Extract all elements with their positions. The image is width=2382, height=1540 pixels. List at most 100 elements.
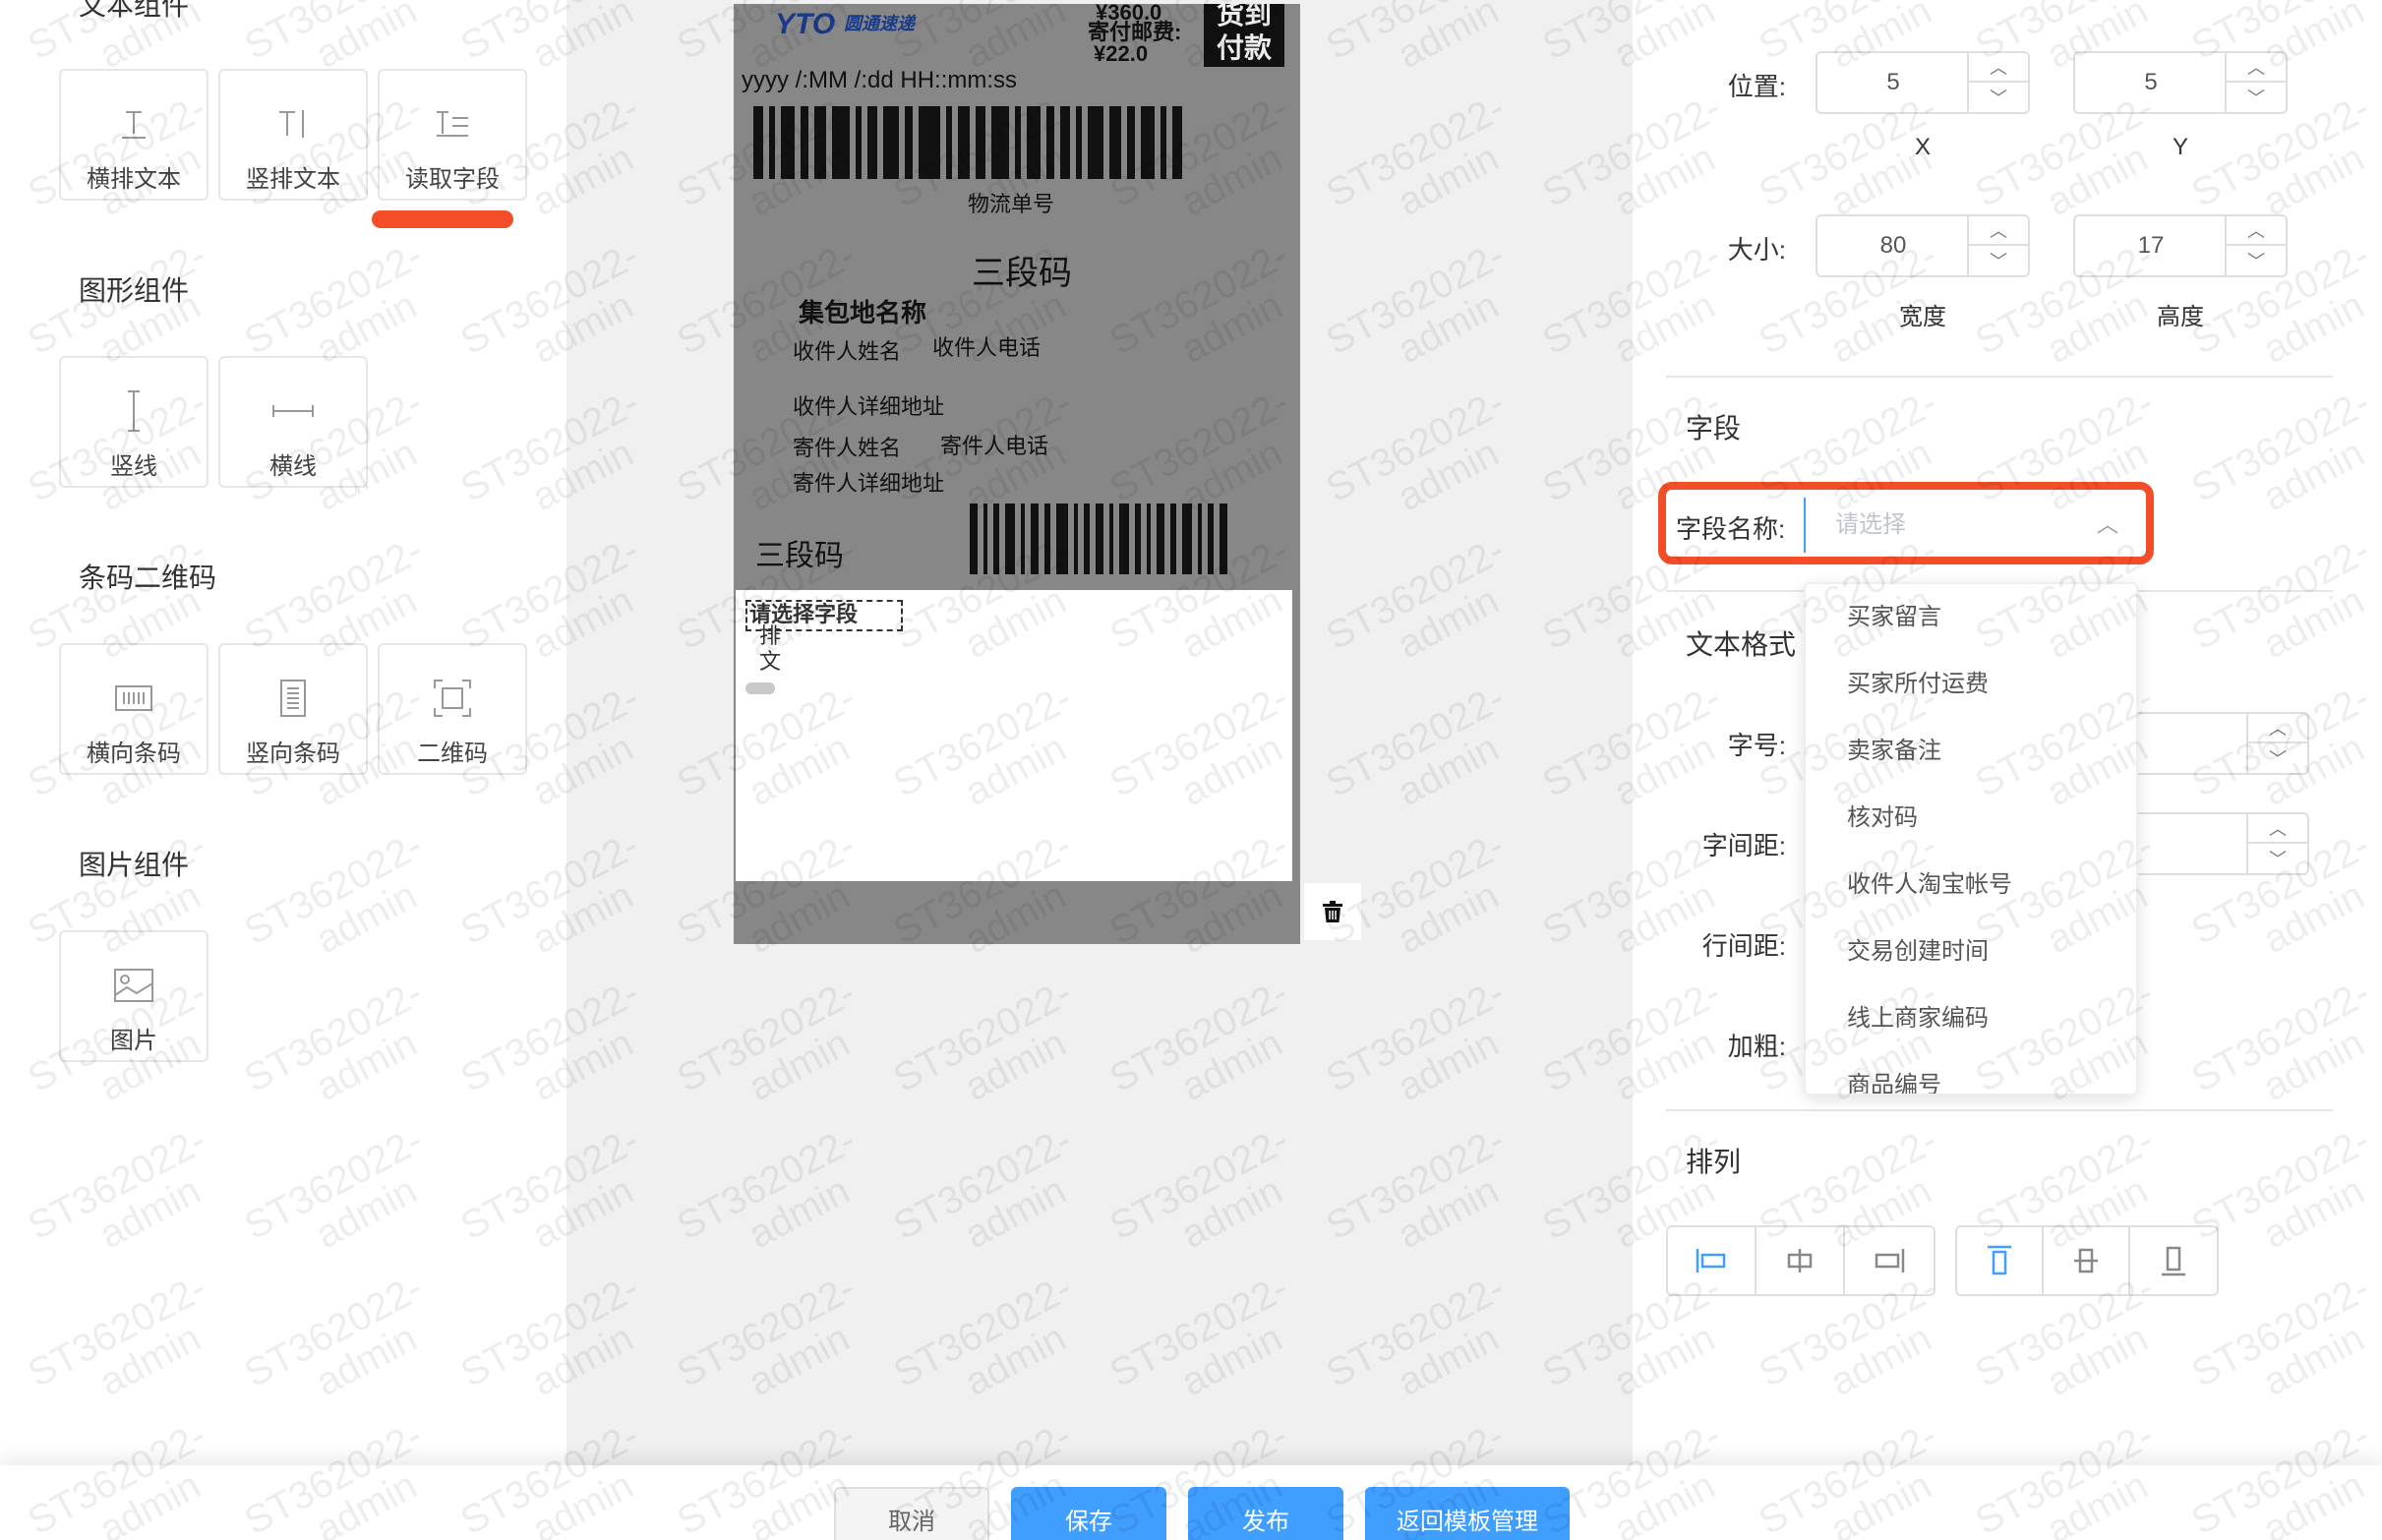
arrange-title: 排列 <box>1686 1147 1742 1177</box>
tile-label: 图片 <box>110 1028 157 1054</box>
shape-components-title: 图形组件 <box>79 275 190 306</box>
align-middle-icon <box>2074 1248 2099 1273</box>
chevron-up-icon: ︿ <box>2096 512 2118 537</box>
barcode-bar <box>1027 106 1041 179</box>
size-label: 大小: <box>1727 235 1786 265</box>
barcode-bar <box>883 106 899 179</box>
tile-vertical-barcode[interactable]: 竖向条码 <box>218 643 368 775</box>
price-postage-label: 寄付邮费: <box>1088 20 1182 44</box>
increment-icon[interactable]: ︿ <box>1969 53 2028 83</box>
tile-image[interactable]: 图片 <box>59 930 208 1062</box>
barcode-bar <box>1046 106 1054 179</box>
barcode-bar <box>769 106 775 179</box>
tile-vertical-text[interactable]: 竖排文本 <box>218 69 368 201</box>
decrement-icon[interactable]: ﹀ <box>2227 83 2286 112</box>
tile-horizontal-text[interactable]: 横排文本 <box>59 69 208 201</box>
tile-label: 横排文本 <box>87 166 181 193</box>
barcode-bar <box>1056 503 1068 574</box>
publish-button[interactable]: 发布 <box>1188 1487 1343 1540</box>
barcode-bar <box>753 106 763 179</box>
height-input[interactable]: 17 ︿ ﹀ <box>2073 214 2288 277</box>
align-right-icon <box>1875 1249 1905 1273</box>
align-top-button[interactable] <box>1957 1227 2045 1294</box>
barcode-bar <box>1208 503 1214 574</box>
vertical-text-element[interactable]: 排 文 <box>759 623 781 675</box>
receiver-address: 收件人详细地址 <box>793 394 945 419</box>
tile-read-field[interactable]: 读取字段 <box>378 69 527 201</box>
dropdown-option[interactable]: 核对码 <box>1806 785 2136 852</box>
save-button[interactable]: 保存 <box>1011 1487 1166 1540</box>
width-value: 80 <box>1879 232 1907 259</box>
barcode-bar <box>958 106 970 179</box>
three-segment-code: 三段码 <box>972 255 1072 292</box>
position-x-input[interactable]: 5 ︿ ﹀ <box>1816 51 2030 114</box>
barcode-components-title: 条码二维码 <box>79 563 217 593</box>
line-element[interactable] <box>745 682 775 694</box>
tile-label: 竖排文本 <box>246 166 340 193</box>
increment-icon[interactable]: ︿ <box>2227 216 2286 246</box>
increment-icon[interactable]: ︿ <box>2248 814 2307 844</box>
vertical-char: 排 <box>759 623 782 648</box>
back-to-templates-button[interactable]: 返回模板管理 <box>1365 1487 1570 1540</box>
delete-button[interactable] <box>1304 883 1361 940</box>
barcode-bar <box>970 503 978 574</box>
position-y-input[interactable]: 5 ︿ ﹀ <box>2073 51 2288 114</box>
height-value: 17 <box>2137 232 2165 259</box>
tile-label: 二维码 <box>417 740 488 767</box>
field-name-select[interactable]: 请选择 ︿ <box>1804 498 2136 553</box>
increment-icon[interactable]: ︿ <box>2248 714 2307 743</box>
barcode-bar <box>1096 503 1103 574</box>
selected-element-area[interactable] <box>736 590 1292 881</box>
align-middle-button[interactable] <box>2044 1227 2131 1294</box>
tile-horizontal-barcode[interactable]: 横向条码 <box>59 643 208 775</box>
cancel-button[interactable]: 取消 <box>834 1487 989 1540</box>
align-left-button[interactable] <box>1668 1227 1757 1294</box>
position-y-value: 5 <box>2144 69 2158 95</box>
barcode-bar <box>905 106 913 179</box>
align-center-h-button[interactable] <box>1757 1227 1845 1294</box>
decrement-icon[interactable]: ﹀ <box>2248 743 2307 773</box>
barcode-bar <box>1119 503 1129 574</box>
increment-icon[interactable]: ︿ <box>2227 53 2286 83</box>
barcode-bar <box>993 503 999 574</box>
barcode-bar <box>1021 503 1025 574</box>
decrement-icon[interactable]: ﹀ <box>1969 83 2028 112</box>
barcode-bar <box>1088 106 1103 179</box>
increment-icon[interactable]: ︿ <box>1969 216 2028 246</box>
height-caption: 高度 <box>2157 304 2204 330</box>
read-field-icon <box>429 100 476 148</box>
barcode-bar <box>1015 106 1021 179</box>
barcode-bar <box>983 503 987 574</box>
tile-label: 竖线 <box>110 453 157 480</box>
align-bottom-button[interactable] <box>2130 1227 2217 1294</box>
width-input[interactable]: 80 ︿ ﹀ <box>1816 214 2030 277</box>
barcode-bar <box>801 106 808 179</box>
dropdown-option[interactable]: 卖家备注 <box>1806 718 2136 785</box>
decrement-icon[interactable]: ﹀ <box>2227 246 2286 275</box>
align-center-h-icon <box>1787 1249 1813 1273</box>
dropdown-option[interactable]: 收件人淘宝帐号 <box>1806 852 2136 918</box>
letter-spacing-label: 字间距: <box>1701 831 1786 860</box>
dropdown-option[interactable]: 商品编号 <box>1806 1052 2136 1094</box>
decrement-icon[interactable]: ﹀ <box>2248 844 2307 873</box>
vertical-barcode-icon <box>269 675 317 722</box>
tile-qrcode[interactable]: 二维码 <box>378 643 527 775</box>
tile-vertical-line[interactable]: 竖线 <box>59 356 208 488</box>
receiver-name: 收件人姓名 <box>793 339 902 364</box>
barcode-bar <box>781 106 795 179</box>
dropdown-option[interactable]: 线上商家编码 <box>1806 985 2136 1052</box>
tile-horizontal-line[interactable]: 横线 <box>218 356 368 488</box>
dropdown-option[interactable]: 买家所付运费 <box>1806 651 2136 718</box>
text-components-title: 文本组件 <box>79 0 190 21</box>
barcode-bar <box>1031 503 1039 574</box>
dropdown-option[interactable]: 交易创建时间 <box>1806 918 2136 985</box>
tile-label: 横向条码 <box>87 740 181 767</box>
dropdown-option[interactable]: 买家留言 <box>1806 584 2136 651</box>
barcode-bar <box>1147 503 1151 574</box>
tile-label: 竖向条码 <box>246 740 340 767</box>
width-caption: 宽度 <box>1899 304 1946 330</box>
tracking-barcode <box>753 106 1284 179</box>
barcode-bar <box>832 106 850 179</box>
align-right-button[interactable] <box>1845 1227 1934 1294</box>
decrement-icon[interactable]: ﹀ <box>1969 246 2028 275</box>
